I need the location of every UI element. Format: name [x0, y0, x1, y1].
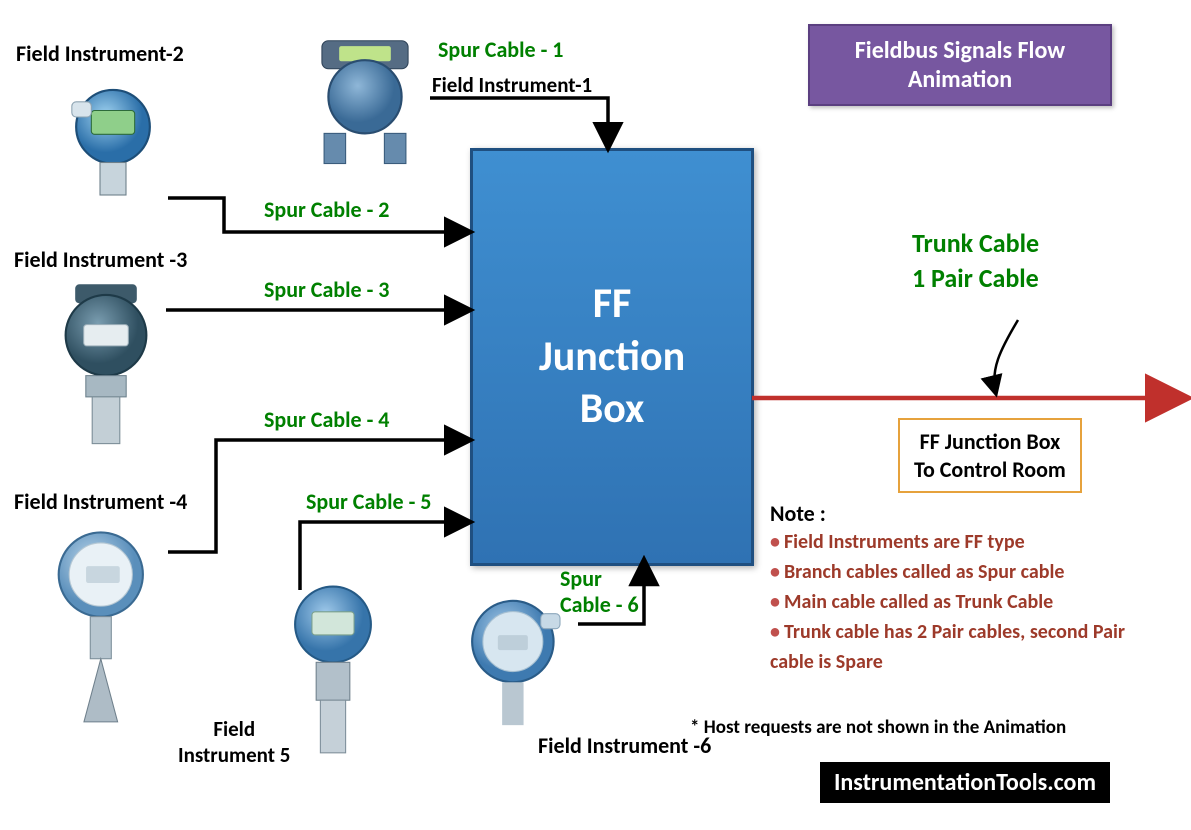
spur-cable-4-label: Spur Cable - 4: [264, 406, 389, 433]
note-text-1: Field Instruments are FF type: [784, 530, 1025, 554]
spur-cable-1-label: Spur Cable - 1: [438, 36, 563, 63]
notes-heading: Note :: [770, 500, 1170, 527]
spur-cable-3-label: Spur Cable - 3: [264, 276, 389, 303]
field-instrument-5-label: Field Instrument 5: [178, 716, 290, 768]
note-line-2: •Branch cables called as Spur cable: [770, 557, 1170, 587]
to-control-room-text: FF Junction Box To Control Room: [914, 428, 1066, 483]
notes-block: Note : •Field Instruments are FF type •B…: [770, 500, 1170, 677]
field-instrument-2-label: Field Instrument-2: [16, 40, 184, 67]
note-line-3: •Main cable called as Trunk Cable: [770, 587, 1170, 617]
note-text-3: Main cable called as Trunk Cable: [784, 590, 1053, 614]
note-text-4: Trunk cable has 2 Pair cables, second Pa…: [770, 620, 1125, 674]
field-instrument-3-label: Field Instrument -3: [14, 246, 187, 273]
spur-cable-6-label: Spur Cable - 6: [560, 566, 650, 619]
watermark-text: InstrumentationTools.com: [834, 768, 1096, 797]
ff-junction-box: FF Junction Box: [470, 148, 754, 566]
title-text: Fieldbus Signals Flow Animation: [855, 36, 1065, 94]
host-requests-note: * Host requests are not shown in the Ani…: [690, 716, 1066, 739]
watermark: InstrumentationTools.com: [820, 762, 1110, 803]
field-instrument-1-label: Field Instrument-1: [432, 72, 592, 98]
note-text-2: Branch cables called as Spur cable: [784, 560, 1064, 584]
field-instrument-4-label: Field Instrument -4: [14, 488, 187, 515]
field-instrument-4-icon: [40, 524, 170, 724]
trunk-cable-label: Trunk Cable 1 Pair Cable: [912, 226, 1039, 296]
field-instrument-3-icon: [46, 280, 166, 450]
field-instrument-2-icon: [58, 78, 168, 208]
spur-cable-5-label: Spur Cable - 5: [306, 488, 431, 515]
to-control-room-box: FF Junction Box To Control Room: [898, 418, 1082, 493]
title-banner: Fieldbus Signals Flow Animation: [808, 24, 1112, 106]
spur-cable-2-label: Spur Cable - 2: [264, 196, 389, 223]
note-line-4: •Trunk cable has 2 Pair cables, second P…: [770, 617, 1170, 677]
field-instrument-6-label: Field Instrument -6: [538, 732, 711, 759]
field-instrument-1-icon: [300, 30, 430, 170]
note-line-1: •Field Instruments are FF type: [770, 527, 1170, 557]
ff-junction-box-label: FF Junction Box: [539, 278, 685, 436]
